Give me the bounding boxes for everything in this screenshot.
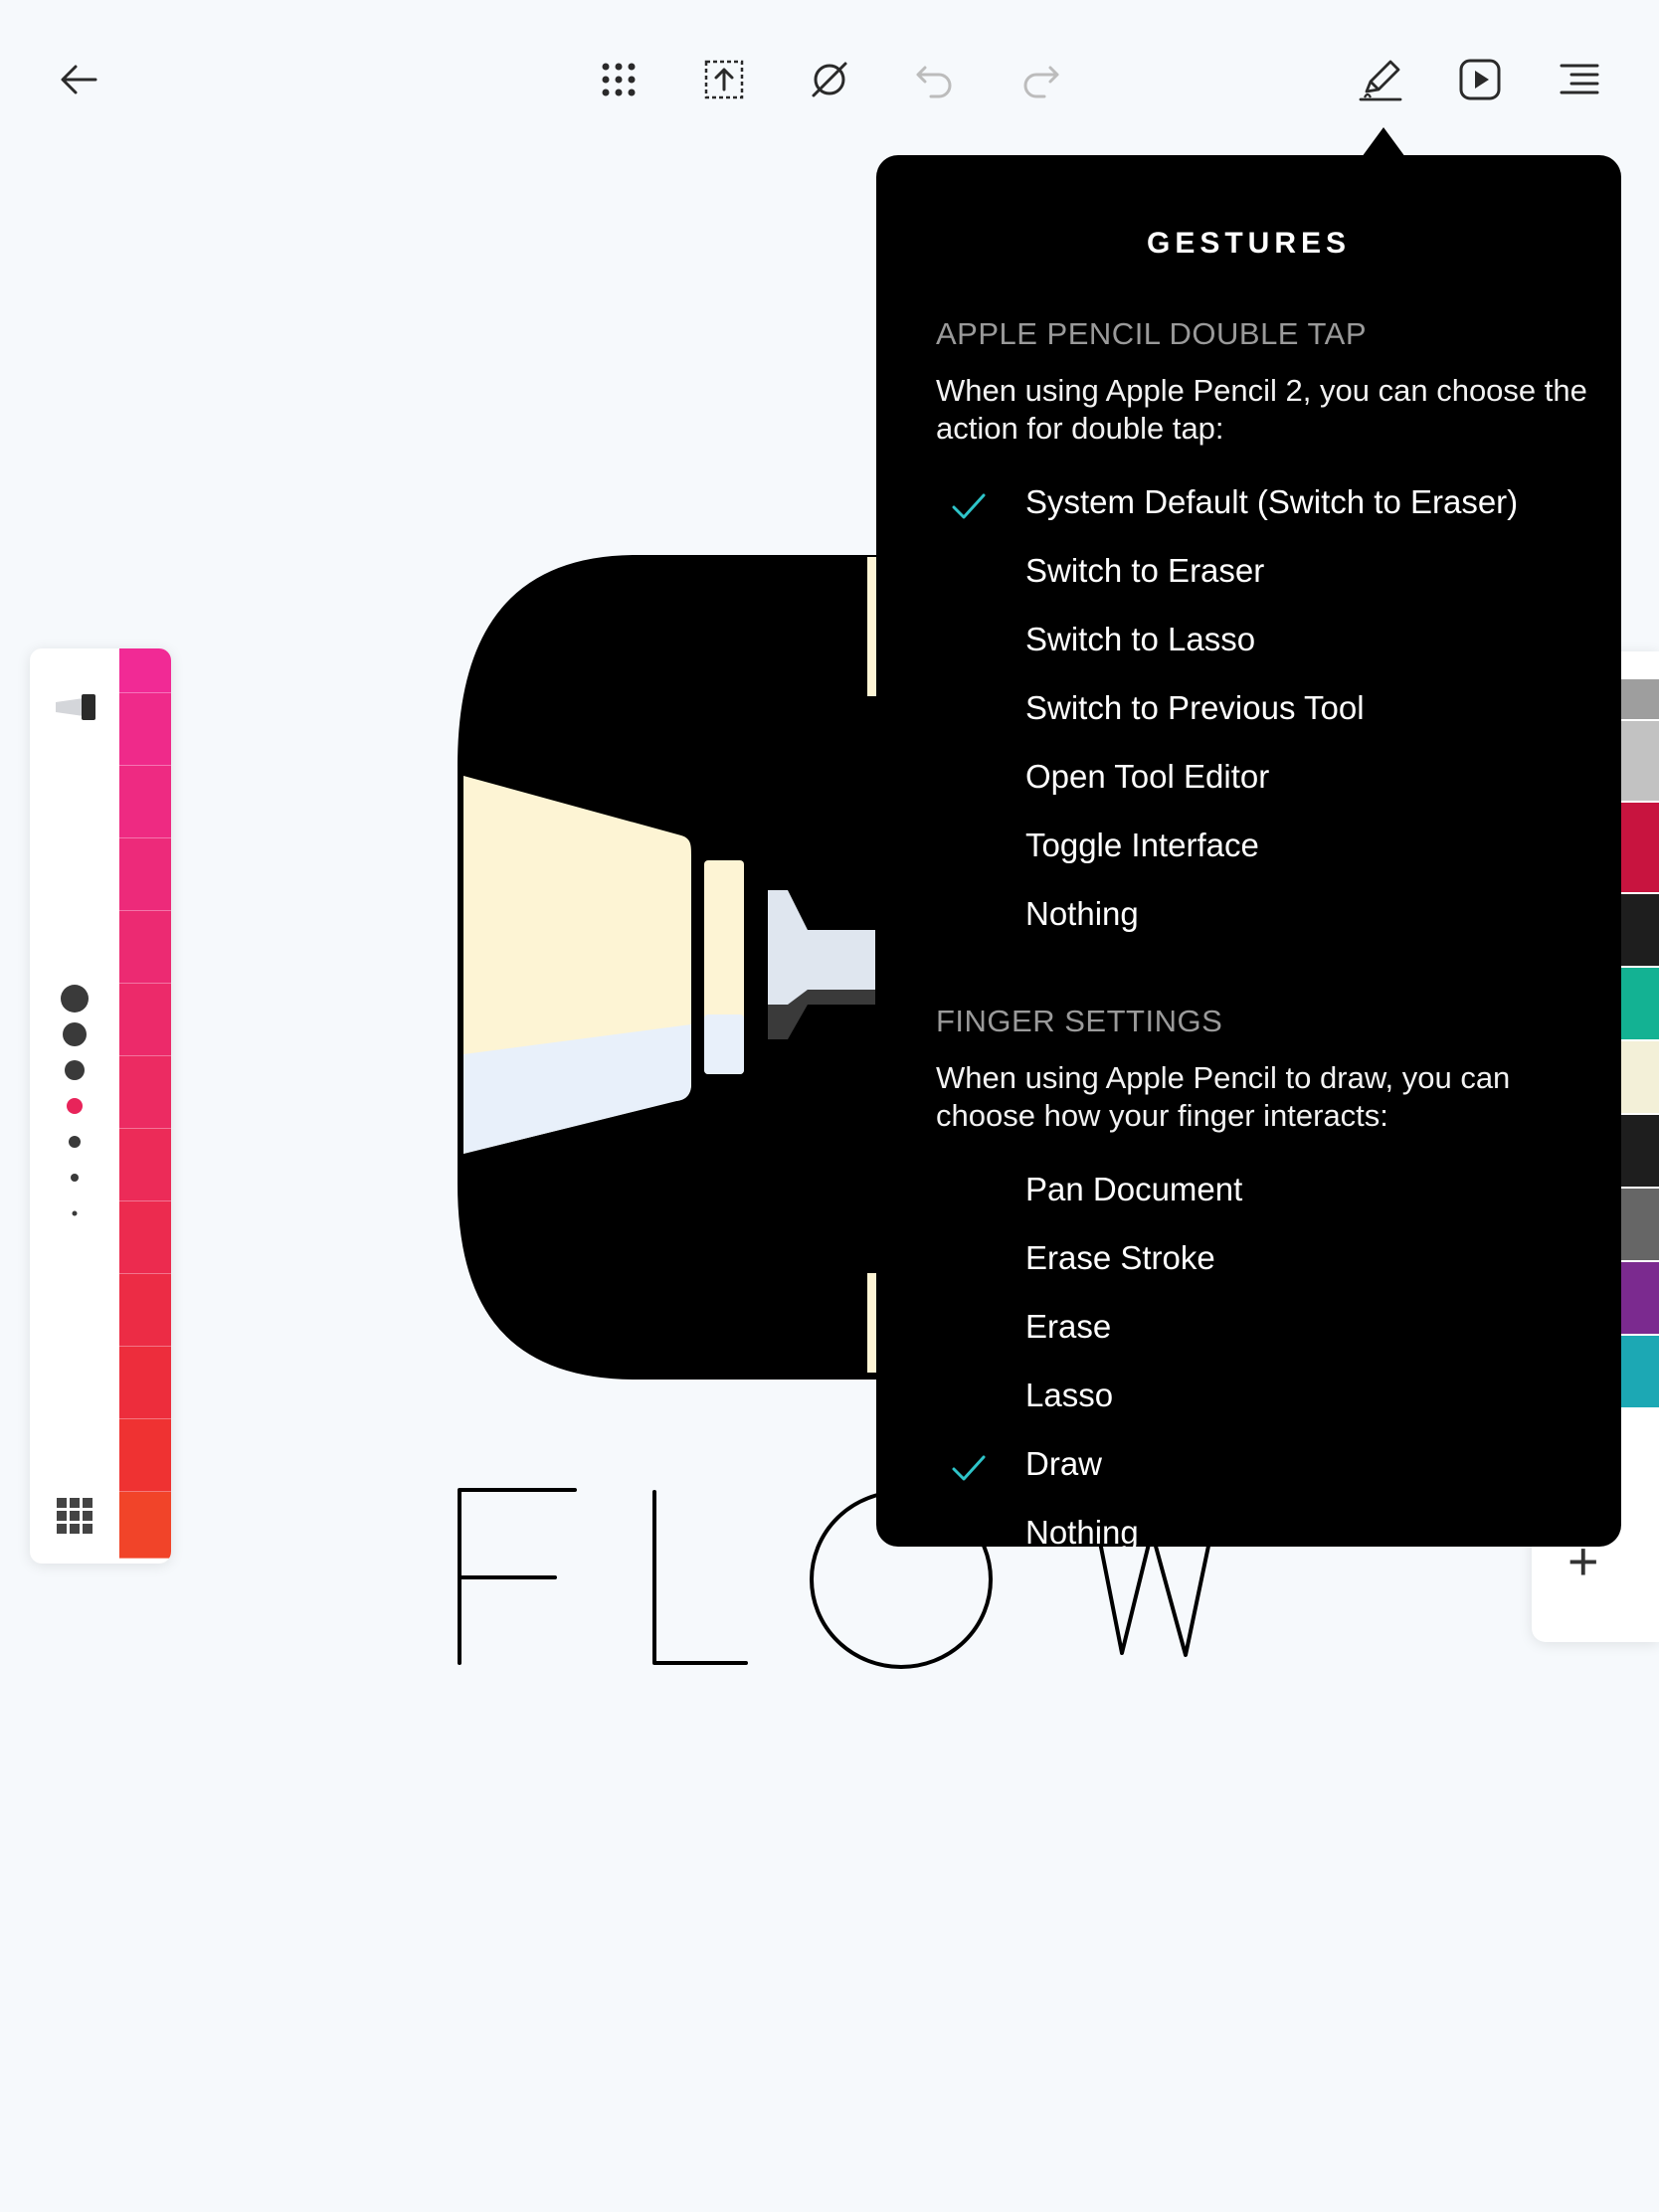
finger-option-label: Pan Document — [1025, 1171, 1243, 1207]
back-arrow-icon — [61, 65, 97, 94]
color-grid-icon[interactable] — [57, 1498, 92, 1534]
double-tap-option-label: Switch to Previous Tool — [1025, 689, 1365, 726]
brush-size-dot-3[interactable] — [65, 1060, 85, 1080]
finger-option[interactable]: Nothing — [876, 1504, 1621, 1547]
checkmark-icon — [952, 493, 986, 519]
brush-size-dot-5[interactable] — [69, 1136, 81, 1148]
color-swatch[interactable] — [119, 1347, 171, 1419]
double-tap-option-label: System Default (Switch to Eraser) — [1025, 483, 1519, 520]
finger-option-label: Erase — [1025, 1308, 1112, 1345]
color-swatch-column — [119, 648, 171, 1564]
finger-section-description: When using Apple Pencil to draw, you can… — [936, 1060, 1511, 1133]
double-tap-option[interactable]: Switch to Previous Tool — [876, 679, 1621, 743]
color-swatch[interactable] — [119, 766, 171, 838]
double-tap-option[interactable]: Open Tool Editor — [876, 748, 1621, 812]
color-swatch[interactable] — [1621, 968, 1659, 1041]
pen-edit-icon — [1359, 60, 1402, 101]
brush-size-dot-6[interactable] — [71, 1174, 79, 1182]
finger-option-label: Lasso — [1025, 1377, 1114, 1413]
play-button[interactable] — [1450, 50, 1510, 109]
color-swatch[interactable] — [119, 1056, 171, 1129]
color-swatch[interactable] — [119, 648, 171, 693]
finger-option-label: Nothing — [1025, 1514, 1139, 1547]
popover-arrow — [1362, 127, 1405, 157]
double-tap-option[interactable]: Switch to Eraser — [876, 542, 1621, 606]
popover-title: GESTURES — [1146, 227, 1352, 260]
color-swatch[interactable] — [119, 838, 171, 911]
double-tap-option-label: Nothing — [1025, 895, 1139, 932]
finger-option-label: Draw — [1025, 1445, 1103, 1482]
color-swatch[interactable] — [1621, 721, 1659, 803]
double-tap-option-label: Open Tool Editor — [1025, 758, 1270, 795]
double-tap-option[interactable]: Nothing — [876, 885, 1621, 949]
redo-button[interactable] — [1011, 50, 1070, 109]
export-icon — [704, 60, 744, 99]
no-tool-icon — [812, 62, 847, 97]
marker-tool-icon[interactable] — [52, 690, 99, 724]
color-swatch[interactable] — [119, 1129, 171, 1201]
finger-option[interactable]: Erase Stroke — [876, 1229, 1621, 1293]
color-swatch[interactable] — [1621, 1336, 1659, 1409]
finger-section-header: FINGER SETTINGS — [936, 1004, 1223, 1038]
color-swatch[interactable] — [119, 984, 171, 1056]
color-swatch[interactable] — [119, 693, 171, 766]
export-button[interactable] — [694, 50, 754, 109]
color-swatch[interactable] — [1621, 1262, 1659, 1336]
color-swatch[interactable] — [1621, 1189, 1659, 1262]
double-tap-option[interactable]: Switch to Lasso — [876, 611, 1621, 674]
pencil-section-header: APPLE PENCIL DOUBLE TAP — [936, 316, 1368, 351]
undo-icon — [916, 66, 952, 98]
color-swatch[interactable] — [1621, 679, 1659, 721]
brush-size-dot-selected[interactable] — [67, 1098, 83, 1114]
finger-option[interactable]: Pan Document — [876, 1161, 1621, 1224]
color-swatch[interactable] — [119, 1274, 171, 1347]
double-tap-option-label: Switch to Eraser — [1025, 552, 1265, 589]
color-swatch[interactable] — [119, 1419, 171, 1492]
grid-dots-icon — [602, 63, 636, 96]
color-swatch[interactable] — [119, 1201, 171, 1274]
color-swatch[interactable] — [1621, 894, 1659, 968]
finger-option[interactable]: Erase — [876, 1298, 1621, 1362]
brush-size-dot-1[interactable] — [61, 985, 89, 1013]
color-swatch[interactable] — [1621, 1041, 1659, 1115]
finger-option-label: Erase Stroke — [1025, 1239, 1215, 1276]
gestures-popover: GESTURES APPLE PENCIL DOUBLE TAP When us… — [876, 155, 1621, 1547]
play-icon — [1459, 59, 1501, 100]
finger-option[interactable]: Lasso — [876, 1367, 1621, 1430]
menu-icon — [1560, 64, 1599, 94]
brush-size-dot-2[interactable] — [63, 1022, 87, 1046]
color-swatch[interactable] — [119, 911, 171, 984]
color-swatch[interactable] — [1621, 803, 1659, 894]
pen-settings-button[interactable] — [1351, 50, 1410, 109]
no-tool-button[interactable] — [800, 50, 859, 109]
double-tap-option-label: Switch to Lasso — [1025, 621, 1256, 657]
color-swatch[interactable] — [119, 1492, 171, 1559]
redo-icon — [1023, 66, 1059, 98]
color-swatch[interactable] — [1621, 1115, 1659, 1189]
back-button[interactable] — [50, 50, 109, 109]
checkmark-icon — [952, 1455, 986, 1481]
brush-size-dot-7[interactable] — [72, 1210, 78, 1216]
undo-button[interactable] — [905, 50, 965, 109]
finger-option[interactable]: Draw — [876, 1435, 1621, 1499]
double-tap-option[interactable]: System Default (Switch to Eraser) — [876, 473, 1621, 537]
double-tap-option-label: Toggle Interface — [1025, 827, 1259, 863]
grid-menu-button[interactable] — [589, 50, 648, 109]
menu-button[interactable] — [1550, 50, 1609, 109]
pencil-section-description: When using Apple Pencil 2, you can choos… — [936, 373, 1587, 446]
double-tap-option[interactable]: Toggle Interface — [876, 817, 1621, 880]
